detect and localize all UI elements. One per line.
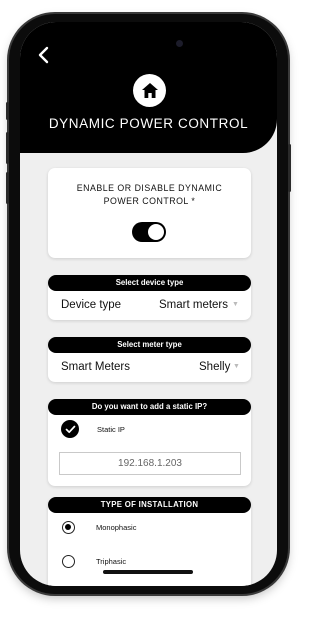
power-control-toggle[interactable]	[132, 222, 166, 242]
back-button[interactable]	[32, 44, 54, 66]
meter-type-select[interactable]: Shelly ▼	[188, 356, 248, 378]
meter-type-label: Smart Meters	[61, 361, 131, 373]
front-camera	[176, 40, 183, 47]
meter-type-section-title: Select meter type	[48, 337, 251, 353]
home-indicator	[103, 570, 193, 574]
dropdown-caret-icon: ▼	[232, 301, 239, 308]
chevron-left-icon	[38, 46, 49, 64]
device-type-label: Device type	[61, 299, 122, 311]
meter-type-value: Shelly	[199, 361, 231, 373]
header: DYNAMIC POWER CONTROL	[20, 22, 277, 153]
installation-section-title: TYPE OF INSTALLATION	[48, 497, 251, 513]
device-type-value: Smart meters	[159, 299, 229, 311]
power-control-card: ENABLE OR DISABLE DYNAMIC POWER CONTROL …	[48, 168, 251, 258]
device-type-section-title: Select device type	[48, 275, 251, 291]
static-ip-input[interactable]: 192.168.1.203	[59, 452, 241, 475]
radio-monophasic[interactable]	[62, 521, 75, 534]
meter-type-card: Select meter type Smart Meters Shelly ▼	[48, 337, 251, 382]
volume-up-button	[6, 132, 9, 164]
static-ip-card: Do you want to add a static IP? Static I…	[48, 399, 251, 486]
checkmark-icon	[65, 425, 75, 433]
radio-triphasic[interactable]	[62, 555, 75, 568]
dropdown-caret-icon: ▼	[233, 363, 240, 370]
device-type-select[interactable]: Smart meters ▼	[148, 294, 248, 316]
app-screen: DYNAMIC POWER CONTROL ENABLE OR DISABLE …	[20, 22, 277, 586]
static-ip-section-title: Do you want to add a static IP?	[48, 399, 251, 415]
page-title: DYNAMIC POWER CONTROL	[48, 116, 249, 131]
static-ip-checkbox[interactable]	[61, 420, 79, 438]
monophasic-label: Monophasic	[96, 523, 137, 532]
power-button	[288, 144, 291, 192]
triphasic-label: Triphasic	[96, 557, 127, 566]
toggle-knob	[148, 224, 164, 240]
mute-switch	[6, 102, 9, 120]
device-type-card: Select device type Device type Smart met…	[48, 275, 251, 320]
home-badge	[133, 74, 166, 107]
home-icon	[141, 83, 158, 98]
volume-down-button	[6, 172, 9, 204]
power-control-label: ENABLE OR DISABLE DYNAMIC POWER CONTROL …	[76, 183, 223, 206]
static-ip-label: Static IP	[97, 425, 125, 434]
